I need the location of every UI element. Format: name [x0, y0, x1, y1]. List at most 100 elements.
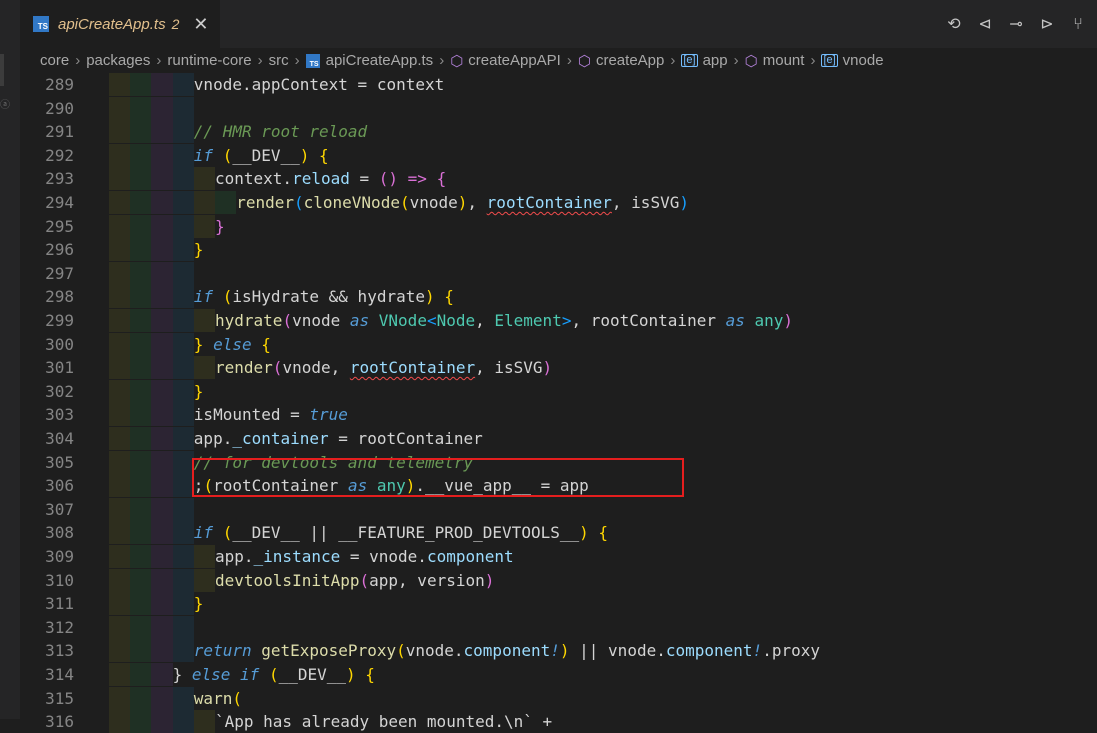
indent-guide — [130, 710, 152, 733]
source-control-icon[interactable]: ⑂ — [1067, 12, 1089, 34]
indent-guide — [151, 568, 173, 592]
code-token: = — [349, 169, 379, 189]
code-token: rootContainer — [486, 193, 612, 212]
indent-guide — [109, 238, 131, 262]
code-token: component — [426, 547, 514, 566]
breadcrumb-item[interactable]: createApp — [596, 52, 664, 69]
tab-apicreateapp[interactable]: TS apiCreateApp.ts 2 ✕ — [20, 0, 220, 48]
breadcrumb-separator: › — [670, 52, 676, 69]
code-line[interactable]: 309 app._instance = vnode.component — [20, 545, 1097, 568]
code-token: , isSVG — [611, 193, 680, 212]
code-line[interactable]: 297 — [20, 261, 1097, 285]
code-token: } — [193, 240, 204, 260]
line-number: 289 — [45, 75, 74, 94]
code-line[interactable]: 307 — [20, 497, 1097, 521]
code-text: if (__DEV__ || __FEATURE_PROD_DEVTOOLS__… — [194, 521, 608, 544]
code-line[interactable]: 289 vnode.appContext = context — [20, 73, 1097, 96]
code-line[interactable]: 301 render(vnode, rootContainer, isSVG) — [20, 356, 1097, 380]
code-line[interactable]: 295} — [20, 214, 1097, 238]
code-line[interactable]: 300} else { — [20, 332, 1097, 356]
indent-guide — [130, 73, 152, 96]
code-token: ! — [550, 641, 560, 661]
code-editor[interactable]: 289 vnode.appContext = context 290 291 // HM… — [20, 73, 1097, 733]
line-number: 315 — [45, 688, 74, 708]
breadcrumb-item[interactable]: src — [269, 52, 289, 69]
close-icon[interactable]: ✕ — [193, 14, 208, 35]
code-token: = rootContainer — [328, 429, 483, 448]
code-line[interactable]: 310 devtoolsInitApp(app, version) — [20, 568, 1097, 592]
code-token: warn — [193, 688, 233, 708]
editor-actions: ⟲ ⊲ ⊸ ⊳ ⑂ — [943, 12, 1089, 34]
line-number: 297 — [45, 263, 74, 283]
code-line[interactable]: 302} — [20, 379, 1097, 403]
code-line[interactable]: 290 — [20, 96, 1097, 120]
code-token: isHydrate && hydrate — [232, 287, 425, 307]
code-token: __DEV__ — [232, 145, 300, 165]
breadcrumb-item[interactable]: apiCreateApp.ts — [326, 52, 434, 69]
code-text: render(cloneVNode(vnode), rootContainer,… — [236, 191, 689, 214]
go-back-icon[interactable]: ⊲ — [974, 12, 996, 34]
indent-guide — [172, 545, 194, 568]
breadcrumb-item[interactable]: runtime-core — [167, 52, 251, 69]
code-line[interactable]: 315 warn( — [20, 686, 1097, 710]
breadcrumb-item[interactable]: packages — [86, 52, 150, 69]
indent-guide — [151, 710, 173, 733]
indent-guide — [109, 143, 131, 167]
indent-guide — [172, 238, 194, 262]
code-token: ) — [542, 358, 553, 378]
breadcrumb-item[interactable]: createAppAPI — [468, 52, 561, 69]
code-line[interactable]: 313 return getExposeProxy(vnode.component… — [20, 639, 1097, 663]
code-token: } — [193, 381, 204, 401]
line-number: 293 — [45, 169, 74, 189]
indent-guide — [151, 521, 173, 545]
code-line[interactable]: 298 if (isHydrate && hydrate) { — [20, 285, 1097, 309]
code-line[interactable]: 314} else if (__DEV__) { — [20, 663, 1097, 686]
code-line[interactable]: 303 isMounted = true — [20, 403, 1097, 427]
go-forward-icon[interactable]: ⊳ — [1036, 12, 1058, 34]
breadcrumb-item[interactable]: mount — [763, 52, 805, 69]
code-token: isMounted — [193, 405, 281, 425]
indent-guide — [172, 143, 194, 167]
indent-guide — [172, 285, 194, 309]
code-token: else if — [191, 665, 260, 684]
code-line[interactable]: 291 // HMR root reload — [20, 120, 1097, 144]
code-line[interactable]: 294 render(cloneVNode(vnode), rootContain… — [20, 191, 1097, 214]
indent-guide — [130, 261, 152, 285]
indent-guide — [193, 545, 215, 568]
code-token: || vnode. — [569, 641, 666, 661]
activity-icon[interactable]: ⓐ — [0, 96, 10, 112]
code-line[interactable]: 304 app._container = rootContainer — [20, 427, 1097, 450]
code-token: Element — [494, 311, 562, 330]
code-line[interactable]: 308 if (__DEV__ || __FEATURE_PROD_DEVTOOL… — [20, 521, 1097, 545]
code-line[interactable]: 292 if (__DEV__) { — [20, 143, 1097, 167]
timeline-history-icon[interactable]: ⟲ — [943, 12, 965, 34]
breadcrumb-separator: › — [156, 52, 162, 69]
code-token: any — [754, 311, 784, 330]
code-line[interactable]: 296} — [20, 238, 1097, 262]
indent-guide — [151, 73, 173, 96]
indent-guide — [130, 615, 152, 639]
breadcrumb-item[interactable]: vnode — [843, 52, 884, 69]
indent-guide — [151, 332, 173, 356]
code-line[interactable]: 316 `App has already been mounted.\n` + — [20, 710, 1097, 733]
indent-guide — [130, 592, 152, 616]
indent-guide — [109, 686, 131, 710]
code-token: ( — [272, 358, 283, 378]
git-commit-icon[interactable]: ⊸ — [1005, 12, 1027, 34]
code-text: context.reload = () => { — [215, 167, 446, 190]
indent-guide — [109, 214, 131, 238]
breadcrumb-item[interactable]: core — [40, 52, 69, 69]
indent-guide — [130, 191, 152, 214]
code-line[interactable]: 312 — [20, 615, 1097, 639]
code-line[interactable]: 311} — [20, 592, 1097, 616]
indent-guide — [172, 214, 194, 238]
code-token: component — [665, 641, 753, 661]
code-line[interactable]: 293 context.reload = () => { — [20, 167, 1097, 191]
line-number: 296 — [45, 240, 74, 260]
code-line[interactable]: 299 hydrate(vnode as VNode<Node, Element>… — [20, 309, 1097, 332]
activity-indicator[interactable] — [0, 54, 4, 86]
indent-guide — [109, 285, 131, 309]
breadcrumb-item[interactable]: app — [703, 52, 728, 69]
annotation-highlight-box — [192, 458, 684, 497]
